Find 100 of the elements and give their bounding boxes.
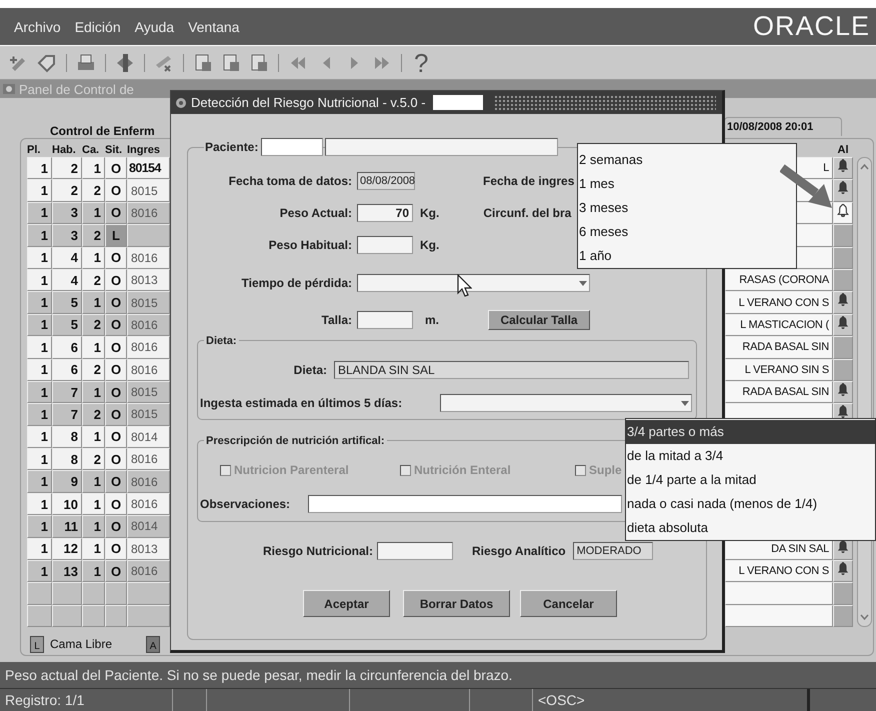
input-field[interactable]: 08/08/2008 (357, 172, 415, 190)
column-header: Ca. (82, 144, 100, 156)
menu-item[interactable]: Archivo (14, 18, 61, 34)
dropdown-option[interactable]: dieta absoluta (626, 516, 875, 540)
section-title: Control de Enferm (50, 124, 155, 138)
column-header: Al (836, 144, 850, 156)
dropdown-option[interactable]: 1 año (578, 244, 796, 268)
scroll-down-icon[interactable] (859, 613, 870, 622)
logo: ORACLE (752, 11, 870, 42)
column-header: Sit. (105, 144, 124, 156)
table-cell: 1 (27, 403, 52, 426)
dropdown-option[interactable]: 3 meses (578, 196, 796, 220)
table-cell: O (105, 246, 127, 269)
table-cell: 8016 (127, 560, 170, 582)
pointer-arrow (780, 164, 832, 208)
table-cell: 8016 (127, 448, 170, 470)
dropdown-option[interactable]: 6 meses (578, 220, 796, 244)
input-field[interactable] (325, 138, 558, 156)
menu-item[interactable]: Edición (74, 18, 121, 34)
table-cell: 1 (82, 538, 105, 560)
table-cell: 4 (52, 246, 82, 269)
table-cell: 8015 (127, 179, 170, 202)
table-cell: 10 (52, 492, 82, 516)
table-cell: 8014 (127, 426, 170, 448)
table-cell: L (105, 224, 127, 247)
bell-icon (837, 562, 849, 576)
table-cell: 5 (52, 314, 82, 336)
table-cell: 8016 (127, 202, 170, 224)
table-cell: 7 (52, 403, 82, 426)
table-cell: 1 (27, 426, 52, 448)
dialog-button[interactable]: Borrar Datos (403, 590, 510, 617)
input-field[interactable]: 70 (357, 204, 413, 222)
caret-icon (681, 400, 689, 406)
table-cell: 1 (82, 560, 105, 582)
table-cell: L VERANO CON S (725, 291, 833, 314)
table-cell: 1 (27, 179, 52, 202)
table-cell (82, 604, 105, 628)
table-cell: 1 (27, 314, 52, 336)
calculate-button[interactable]: Calcular Talla (488, 310, 590, 330)
table-cell: 2 (82, 314, 105, 336)
dropdown-option[interactable]: de la mitad a 3/4 (626, 444, 875, 468)
table-cell: 6 (52, 358, 82, 381)
table-cell: O (105, 538, 127, 560)
table-cell: 8014 (127, 515, 170, 538)
table-cell: O (105, 560, 127, 582)
legend-key: L (30, 636, 44, 653)
dropdown-option[interactable]: de 1/4 parte a la mitad (626, 468, 875, 492)
table-cell: O (105, 358, 127, 381)
table-cell: 8015 (127, 291, 170, 314)
table-cell: O (105, 470, 127, 493)
input-field[interactable] (261, 138, 324, 156)
mode-indicator: <OSC> (538, 692, 585, 708)
table-cell: L VERANO SIN S (725, 358, 833, 381)
table-cell: O (105, 336, 127, 359)
checkbox-label: Suple (589, 463, 622, 477)
table-cell: 7 (52, 380, 82, 404)
table-cell: 1 (82, 380, 105, 404)
table-cell: 1 (27, 470, 52, 493)
table-cell: O (105, 179, 127, 202)
dialog-button[interactable]: Cancelar (520, 590, 617, 617)
dropdown-option[interactable]: nada o casi nada (menos de 1/4) (626, 492, 875, 516)
column-header: Pl. (27, 144, 42, 156)
caret-icon (579, 280, 587, 286)
table-cell: O (105, 492, 127, 516)
menu-item[interactable]: Ventana (188, 18, 240, 34)
menu-item[interactable]: Ayuda (134, 18, 174, 34)
bell-icon (837, 382, 849, 396)
field-label: Peso Actual: (278, 206, 352, 220)
dropdown-option[interactable]: 3/4 partes o más (626, 420, 875, 444)
table-cell: 1 (82, 492, 105, 516)
dialog-button[interactable]: Aceptar (303, 590, 390, 617)
table-cell: 8015 (127, 403, 170, 426)
table-cell: 8013 (127, 538, 170, 560)
dialog-title: Detección del Riesgo Nutricional - v.5.0 - (191, 95, 426, 110)
table-cell: 8016 (127, 470, 170, 493)
table-cell (52, 582, 82, 605)
table-cell: 1 (27, 336, 52, 359)
scroll-up-icon[interactable] (859, 162, 870, 171)
input-field[interactable] (357, 311, 413, 329)
help-button[interactable]: ? (414, 50, 428, 76)
input-field[interactable] (308, 495, 622, 513)
table-cell: 9 (52, 470, 82, 493)
dropdown-field[interactable] (440, 394, 692, 412)
input-field[interactable] (357, 236, 413, 254)
table-cell: 1 (27, 560, 52, 582)
table-cell: 5 (52, 291, 82, 314)
input-field[interactable]: BLANDA SIN SAL (334, 361, 689, 379)
input-field[interactable]: MODERADO (572, 542, 653, 560)
input-field[interactable] (377, 542, 453, 560)
table-cell: 1 (82, 291, 105, 314)
status-message: Peso actual del Paciente. Si no se puede pesar, medir la circunferencia del brazo. (5, 667, 512, 683)
table-cell: 2 (52, 179, 82, 202)
dropdown-field[interactable] (357, 274, 590, 292)
table-cell: 1 (27, 157, 52, 180)
field-label: Dieta: (292, 363, 327, 377)
table-cell: 3 (52, 202, 82, 224)
field-label: Paciente: (204, 140, 262, 154)
cursor-icon (457, 274, 472, 297)
bell-icon (837, 293, 849, 306)
field-label: Talla: (320, 313, 352, 327)
